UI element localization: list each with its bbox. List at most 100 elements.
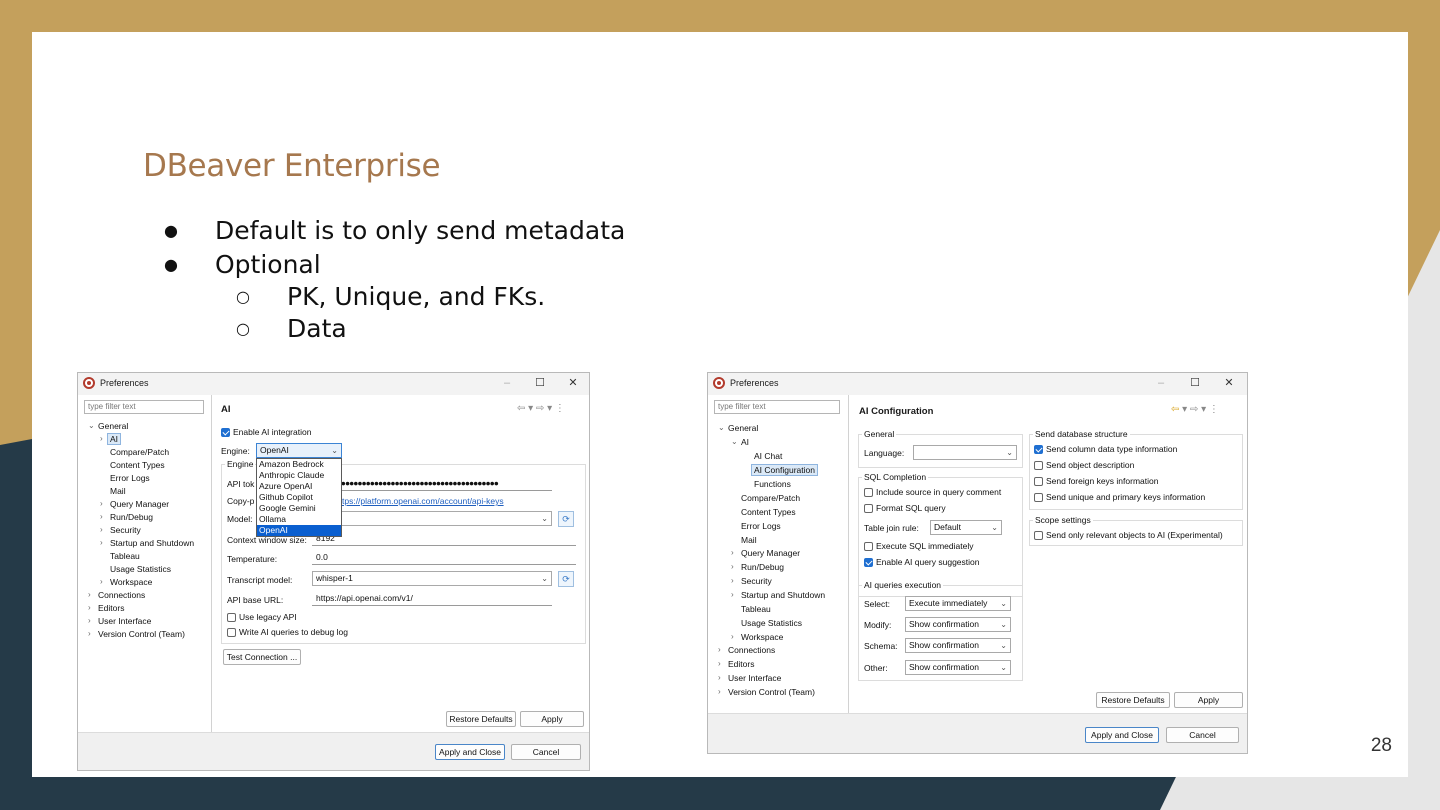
page-title: AI	[221, 404, 231, 415]
apply-and-close-button[interactable]: Apply and Close	[1085, 727, 1159, 743]
tree-item-mail[interactable]: Mail	[110, 486, 126, 496]
engine-option[interactable]: Anthropic Claude	[257, 470, 341, 481]
table-join-rule-select[interactable]: Default ⌄	[930, 520, 1002, 535]
chevron-right-icon: ›	[100, 434, 103, 443]
apply-button[interactable]: Apply	[1174, 692, 1243, 708]
send-object-description-checkbox[interactable]: Send object description	[1034, 460, 1134, 470]
tree-item-error-logs[interactable]: Error Logs	[741, 521, 781, 531]
restore-defaults-button[interactable]: Restore Defaults	[446, 711, 516, 727]
engine-option-selected[interactable]: OpenAI	[257, 525, 341, 536]
restore-defaults-button[interactable]: Restore Defaults	[1096, 692, 1170, 708]
debug-log-checkbox[interactable]: Write AI queries to debug log	[227, 627, 348, 637]
tree-item-content-types[interactable]: Content Types	[741, 507, 796, 517]
api-base-url-input[interactable]: https://api.openai.com/v1/	[312, 591, 552, 606]
tree-item-general[interactable]: ⌄ General	[718, 423, 758, 433]
tree-item-tableau[interactable]: Tableau	[110, 551, 140, 561]
tree-item-query-manager[interactable]: › Query Manager	[731, 548, 800, 558]
checkbox-checked-icon	[864, 558, 873, 567]
nav-menu-icons[interactable]: ▾ ⇨ ▾ ⋮	[1182, 404, 1219, 415]
tree-item-connections[interactable]: › Connections	[88, 590, 145, 600]
modify-mode-select[interactable]: Show confirmation ⌄	[905, 617, 1011, 632]
tree-item-usage-statistics[interactable]: Usage Statistics	[741, 618, 802, 628]
enable-ai-suggestion-checkbox[interactable]: Enable AI query suggestion	[864, 557, 980, 567]
language-select[interactable]: ⌄	[913, 445, 1017, 460]
engine-select[interactable]: OpenAI ⌄	[256, 443, 342, 458]
tree-item-user-interface[interactable]: › User Interface	[88, 616, 151, 626]
tree-item-user-interface[interactable]: › User Interface	[718, 673, 781, 683]
engine-option[interactable]: Ollama	[257, 514, 341, 525]
tree-item-workspace[interactable]: › Workspace	[100, 577, 152, 587]
format-sql-checkbox[interactable]: Format SQL query	[864, 503, 946, 513]
chevron-right-icon: ›	[100, 512, 103, 521]
use-legacy-api-checkbox[interactable]: Use legacy API	[227, 612, 297, 622]
tree-item-security[interactable]: › Security	[100, 525, 141, 535]
chevron-right-icon: ›	[88, 616, 91, 625]
tree-item-editors[interactable]: › Editors	[88, 603, 124, 613]
back-arrow-icon[interactable]: ⇦	[1171, 404, 1179, 415]
context-window-input[interactable]: 8192	[312, 531, 576, 546]
navigation-icons[interactable]: ⇦ ▾ ⇨ ▾ ⋮	[1171, 404, 1219, 415]
refresh-transcript-icon[interactable]: ⟳	[558, 571, 574, 587]
tree-item-run-debug[interactable]: › Run/Debug	[100, 512, 153, 522]
other-mode-select[interactable]: Show confirmation ⌄	[905, 660, 1011, 675]
tree-item-general[interactable]: ⌄ General	[88, 421, 128, 431]
engine-option[interactable]: Amazon Bedrock	[257, 459, 341, 470]
minimize-button[interactable]: –	[498, 375, 516, 391]
api-keys-link[interactable]: tps://platform.openai.com/account/api-ke…	[342, 496, 504, 506]
tree-item-functions[interactable]: Functions	[754, 479, 791, 489]
tree-item-workspace[interactable]: › Workspace	[731, 632, 783, 642]
filter-input[interactable]: type filter text	[84, 400, 204, 414]
tree-item-ai[interactable]: › AI	[100, 433, 122, 445]
close-button[interactable]: ✕	[564, 375, 582, 391]
tree-item-editors[interactable]: › Editors	[718, 659, 754, 669]
tree-item-content-types[interactable]: Content Types	[110, 460, 165, 470]
tree-item-run-debug[interactable]: › Run/Debug	[731, 562, 784, 572]
tree-item-compare-patch[interactable]: Compare/Patch	[110, 447, 169, 457]
temperature-input[interactable]: 0.0	[312, 550, 576, 565]
engine-option[interactable]: Github Copilot	[257, 492, 341, 503]
tree-item-connections[interactable]: › Connections	[718, 645, 775, 655]
tree-item-compare-patch[interactable]: Compare/Patch	[741, 493, 800, 503]
filter-input[interactable]: type filter text	[714, 400, 840, 414]
transcript-model-select[interactable]: whisper-1 ⌄	[312, 571, 552, 586]
enable-ai-checkbox[interactable]: Enable AI integration	[221, 427, 311, 437]
tree-item-startup-shutdown[interactable]: › Startup and Shutdown	[731, 590, 825, 600]
tree-item-usage-statistics[interactable]: Usage Statistics	[110, 564, 171, 574]
engine-option[interactable]: Google Gemini	[257, 503, 341, 514]
execute-sql-immediately-checkbox[interactable]: Execute SQL immediately	[864, 541, 973, 551]
tree-item-security[interactable]: › Security	[731, 576, 772, 586]
minimize-button[interactable]: –	[1152, 375, 1170, 391]
tree-item-ai-configuration[interactable]: AI Configuration	[751, 464, 818, 476]
model-select[interactable]: ⌄	[312, 511, 552, 526]
include-source-checkbox[interactable]: Include source in query comment	[864, 487, 1001, 497]
schema-mode-select[interactable]: Show confirmation ⌄	[905, 638, 1011, 653]
send-relevant-objects-checkbox[interactable]: Send only relevant objects to AI (Experi…	[1034, 530, 1223, 540]
tree-item-ai[interactable]: ⌄ AI	[731, 437, 749, 447]
cancel-button[interactable]: Cancel	[511, 744, 581, 760]
api-token-input[interactable]: ●●●●●●●●●●●●●●●●●●●●●●●●●●●●●●●●●●●●●●●●…	[312, 476, 552, 491]
maximize-button[interactable]: ☐	[531, 375, 549, 391]
maximize-button[interactable]: ☐	[1186, 375, 1204, 391]
tree-item-version-control[interactable]: › Version Control (Team)	[718, 687, 815, 697]
select-mode-select[interactable]: Execute immediately ⌄	[905, 596, 1011, 611]
chevron-down-icon: ⌄	[1000, 663, 1007, 672]
navigation-icons[interactable]: ⇦ ▾ ⇨ ▾ ⋮	[517, 403, 565, 414]
tree-item-query-manager[interactable]: › Query Manager	[100, 499, 169, 509]
tree-item-error-logs[interactable]: Error Logs	[110, 473, 150, 483]
cancel-button[interactable]: Cancel	[1166, 727, 1239, 743]
refresh-models-icon[interactable]: ⟳	[558, 511, 574, 527]
send-unique-primary-keys-checkbox[interactable]: Send unique and primary keys information	[1034, 492, 1205, 502]
tree-item-startup-shutdown[interactable]: › Startup and Shutdown	[100, 538, 194, 548]
engine-option[interactable]: Azure OpenAI	[257, 481, 341, 492]
apply-and-close-button[interactable]: Apply and Close	[435, 744, 505, 760]
send-column-type-checkbox[interactable]: Send column data type information	[1034, 444, 1177, 454]
tree-item-ai-chat[interactable]: AI Chat	[754, 451, 782, 461]
tree-item-version-control[interactable]: › Version Control (Team)	[88, 629, 185, 639]
tree-item-mail[interactable]: Mail	[741, 535, 757, 545]
close-button[interactable]: ✕	[1220, 375, 1238, 391]
apply-button[interactable]: Apply	[520, 711, 584, 727]
test-connection-button[interactable]: Test Connection ...	[223, 649, 301, 665]
send-foreign-keys-checkbox[interactable]: Send foreign keys information	[1034, 476, 1158, 486]
bullet-text: Optional	[215, 250, 321, 279]
tree-item-tableau[interactable]: Tableau	[741, 604, 771, 614]
